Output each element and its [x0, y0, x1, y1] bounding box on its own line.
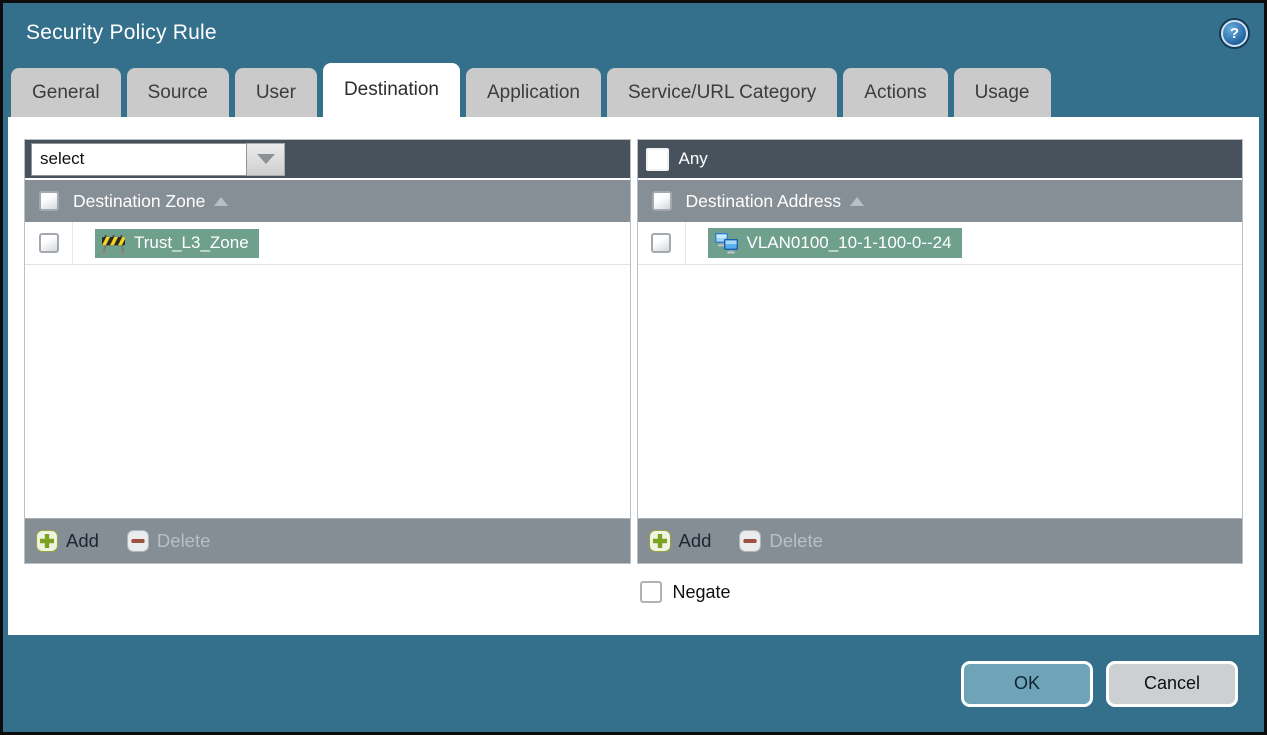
address-row-checkbox[interactable] [651, 233, 671, 253]
zone-row-item[interactable]: Trust_L3_Zone [95, 228, 259, 258]
plus-icon [36, 530, 58, 552]
address-add-label: Add [678, 530, 712, 551]
any-label: Any [678, 149, 708, 168]
table-row: VLAN0100_10-1-100-0--24 [637, 222, 1242, 265]
tab-usage[interactable]: Usage [953, 68, 1051, 117]
help-icon[interactable]: ? [1221, 19, 1248, 47]
zone-select-all-checkbox[interactable] [39, 191, 59, 211]
negate-checkbox[interactable] [639, 581, 662, 603]
dialog-title: Security Policy Rule [26, 21, 217, 44]
zone-select-combo [31, 142, 285, 176]
sort-ascending-icon[interactable] [850, 196, 865, 206]
minus-icon [126, 530, 149, 552]
zone-row-label: Trust_L3_Zone [134, 233, 249, 252]
tab-source[interactable]: Source [126, 68, 229, 117]
cancel-button[interactable]: Cancel [1106, 660, 1238, 707]
tab-user[interactable]: User [234, 68, 317, 117]
sort-ascending-icon[interactable] [214, 196, 229, 206]
any-checkbox[interactable] [645, 147, 669, 171]
table-row: Trust_L3_Zone [25, 222, 630, 265]
chevron-down-icon [256, 154, 275, 164]
minus-icon [739, 530, 762, 552]
zone-select-input[interactable] [31, 142, 247, 176]
zone-filter-bar [25, 140, 630, 178]
network-computers-icon [714, 233, 738, 254]
destination-address-panel: Any Destination Address VLAN0100_10-1-10… [636, 139, 1243, 564]
tab-destination[interactable]: Destination [322, 63, 460, 117]
address-row-item[interactable]: VLAN0100_10-1-100-0--24 [707, 228, 962, 258]
zone-barricade-icon [102, 234, 125, 254]
zone-row-checkbox[interactable] [38, 233, 59, 253]
destination-tab-content: Destination Zone [8, 117, 1259, 635]
address-row-label: VLAN0100_10-1-100-0--24 [746, 233, 952, 252]
address-list: VLAN0100_10-1-100-0--24 [637, 222, 1242, 518]
address-delete-label: Delete [769, 530, 823, 551]
destination-zone-panel: Destination Zone [24, 139, 631, 564]
zone-column-header[interactable]: Destination Zone [73, 191, 205, 212]
address-delete-button[interactable]: Delete [739, 530, 823, 552]
security-policy-rule-dialog: Security Policy Rule ? General Source Us… [0, 0, 1267, 735]
dialog-titlebar: Security Policy Rule ? [3, 3, 1264, 63]
zone-add-label: Add [66, 530, 99, 551]
zone-toolbar: Add Delete [25, 518, 630, 563]
negate-label: Negate [672, 581, 731, 602]
zone-add-button[interactable]: Add [36, 530, 99, 552]
zone-column-header-row: Destination Zone [25, 178, 630, 222]
address-column-header[interactable]: Destination Address [686, 191, 842, 212]
address-add-button[interactable]: Add [648, 530, 712, 552]
tab-general[interactable]: General [11, 68, 121, 117]
zone-delete-label: Delete [156, 530, 211, 551]
tab-actions[interactable]: Actions [843, 68, 948, 117]
dialog-footer: OK Cancel [3, 635, 1264, 732]
address-select-all-checkbox[interactable] [651, 191, 672, 211]
negate-row: Negate [639, 581, 1244, 603]
tab-strip: General Source User Destination Applicat… [3, 63, 1264, 117]
plus-icon [648, 530, 671, 552]
zone-list: Trust_L3_Zone [25, 222, 630, 518]
ok-button[interactable]: OK [961, 660, 1093, 707]
tab-application[interactable]: Application [466, 68, 601, 117]
address-column-header-row: Destination Address [637, 178, 1242, 222]
zone-delete-button[interactable]: Delete [126, 530, 211, 552]
address-any-bar: Any [637, 140, 1242, 178]
zone-select-dropdown-button[interactable] [247, 142, 285, 176]
tab-service-url-category[interactable]: Service/URL Category [606, 68, 838, 117]
address-toolbar: Add Delete [637, 518, 1242, 563]
